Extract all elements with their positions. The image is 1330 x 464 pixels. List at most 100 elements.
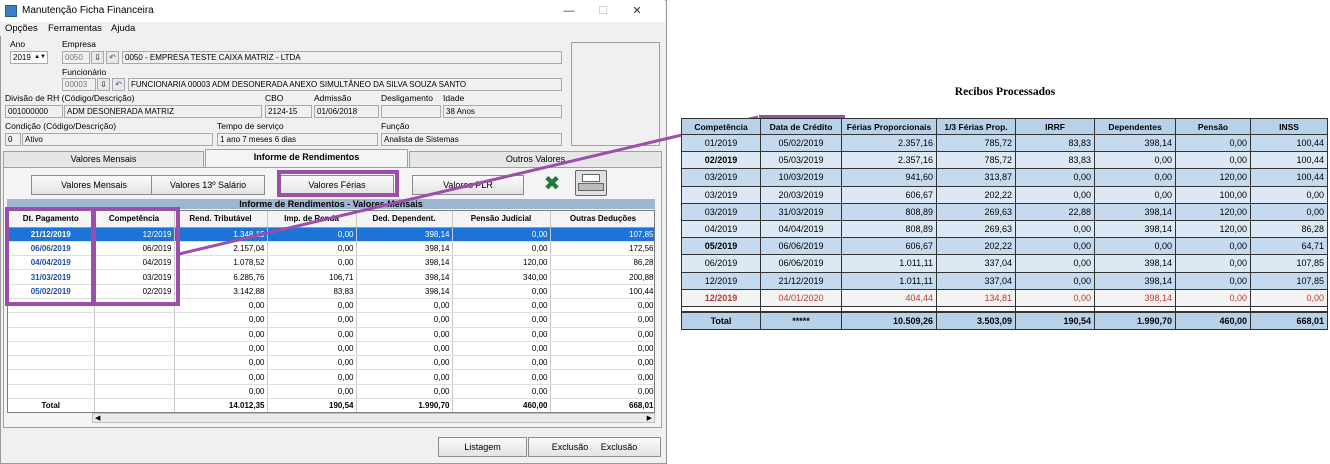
recibos-cell: 0,00 <box>1015 288 1095 307</box>
recibos-cell: 1.011,11 <box>841 271 937 290</box>
recibos-cell: 337,04 <box>936 254 1016 273</box>
recibos-cell: 0,00 <box>1015 168 1095 187</box>
recibos-col-header: Férias Proporcionais <box>841 118 937 135</box>
recibos-cell: 404,44 <box>841 288 937 307</box>
recibos-cell: 0,00 <box>1094 168 1176 187</box>
recibos-cell: 785,72 <box>936 151 1016 170</box>
recibos-cell: 0,00 <box>1175 237 1251 256</box>
recibos-cell: 785,72 <box>936 133 1016 153</box>
recibos-cell: 0,00 <box>1250 202 1328 221</box>
recibos-col-header: Competência <box>681 118 761 135</box>
recibos-cell: 269,63 <box>936 202 1016 221</box>
recibos-cell: 107,85 <box>1250 271 1328 290</box>
recibos-col-header: Data de Crédito <box>760 118 842 135</box>
recibos-cell: 31/03/2019 <box>760 202 842 221</box>
recibos-cell: 0,00 <box>1094 185 1176 204</box>
recibos-cell: 606,67 <box>841 185 937 204</box>
recibos-cell: 100,44 <box>1250 151 1328 170</box>
recibos-cell: 0,00 <box>1250 185 1328 204</box>
recibos-cell: 269,63 <box>936 219 1016 239</box>
recibos-row: 03/2019 31/03/2019 808,89 269,63 22,88 398,14… <box>681 202 1328 221</box>
recibos-cell: 03/2019 <box>681 185 761 204</box>
recibos-col-header: 1/3 Férias Prop. <box>936 118 1016 135</box>
recibos-cell: 120,00 <box>1175 168 1251 187</box>
recibos-cell: 22,88 <box>1015 202 1095 221</box>
recibos-cell: 398,14 <box>1094 133 1176 153</box>
recibos-total-cell: Total <box>681 311 761 331</box>
recibos-cell: 0,00 <box>1015 219 1095 239</box>
recibos-table: Competência Data de Crédito Férias Proporc… <box>681 118 1328 331</box>
recibos-cell: 134,81 <box>936 288 1016 307</box>
recibos-cell: 0,00 <box>1015 237 1095 256</box>
recibos-cell: 0,00 <box>1175 151 1251 170</box>
recibos-row: 02/2019 05/03/2019 2.357,16 785,72 83,83 0,00… <box>681 151 1328 170</box>
recibos-cell: 0,00 <box>1250 288 1328 307</box>
recibos-cell: 1.011,11 <box>841 254 937 273</box>
recibos-cell: 0,00 <box>1175 288 1251 307</box>
recibos-cell: 0,00 <box>1175 271 1251 290</box>
recibos-total-cell: 3.503,09 <box>936 311 1016 331</box>
recibos-cell: 21/12/2019 <box>760 271 842 290</box>
recibos-cell: 808,89 <box>841 202 937 221</box>
recibos-total-cell: 668,01 <box>1250 311 1328 331</box>
recibos-cell: 398,14 <box>1094 219 1176 239</box>
recibos-cell: 01/2019 <box>681 133 761 153</box>
recibos-cell: 120,00 <box>1175 202 1251 221</box>
recibos-cell: 03/2019 <box>681 168 761 187</box>
recibos-cell: 0,00 <box>1175 254 1251 273</box>
recibos-cell: 05/2019 <box>681 237 761 256</box>
recibos-cell: 10/03/2019 <box>760 168 842 187</box>
recibos-row: 03/2019 20/03/2019 606,67 202,22 0,00 0,00 100… <box>681 185 1328 204</box>
recibos-title: Recibos Processados <box>954 86 1056 98</box>
recibos-cell: 04/04/2019 <box>760 219 842 239</box>
recibos-cell: 86,28 <box>1250 219 1328 239</box>
recibos-cell: 398,14 <box>1094 202 1176 221</box>
recibos-row: 01/2019 05/02/2019 2.357,16 785,72 83,83 398,… <box>681 133 1328 153</box>
recibos-cell: 398,14 <box>1094 271 1176 290</box>
recibos-total-cell: 190,54 <box>1015 311 1095 331</box>
recibos-row: 06/2019 06/06/2019 1.011,11 337,04 0,00 398,1… <box>681 254 1328 273</box>
recibos-cell: 0,00 <box>1015 185 1095 204</box>
recibos-cell: 12/2019 <box>681 288 761 307</box>
recibos-row: 05/2019 06/06/2019 606,67 202,22 0,00 0,00 0,0… <box>681 237 1328 256</box>
recibos-cell: 606,67 <box>841 237 937 256</box>
recibos-cell: 107,85 <box>1250 254 1328 273</box>
recibos-cell: 100,44 <box>1250 168 1328 187</box>
recibos-cell: 20/03/2019 <box>760 185 842 204</box>
recibos-cell: 100,44 <box>1250 133 1328 153</box>
recibos-cell: 202,22 <box>936 237 1016 256</box>
recibos-total-row: Total ***** 10.509,26 3.503,09 190,54 1.990,7… <box>681 311 1328 331</box>
recibos-cell: 337,04 <box>936 271 1016 290</box>
recibos-cell: 04/2019 <box>681 219 761 239</box>
recibos-cell: 313,87 <box>936 168 1016 187</box>
recibos-cell: 398,14 <box>1094 288 1176 307</box>
recibos-cell: 83,83 <box>1015 151 1095 170</box>
recibos-col-header: IRRF <box>1015 118 1095 135</box>
recibos-col-header: INSS <box>1250 118 1328 135</box>
recibos-row: 03/2019 10/03/2019 941,60 313,87 0,00 0,00 120… <box>681 168 1328 187</box>
recibos-cell: 941,60 <box>841 168 937 187</box>
recibos-cell: 06/2019 <box>681 254 761 273</box>
recibos-cell: 06/06/2019 <box>760 237 842 256</box>
recibos-cell: 2.357,16 <box>841 151 937 170</box>
recibos-cell: 64,71 <box>1250 237 1328 256</box>
recibos-cell: 04/01/2020 <box>760 288 842 307</box>
recibos-cell: 0,00 <box>1015 271 1095 290</box>
recibos-cell: 808,89 <box>841 219 937 239</box>
recibos-cell: 12/2019 <box>681 271 761 290</box>
recibos-row: 12/2019 04/01/2020 404,44 134,81 0,00 398,14 0… <box>681 288 1328 307</box>
recibos-cell: 2.357,16 <box>841 133 937 153</box>
recibos-row: 04/2019 04/04/2019 808,89 269,63 0,00 398,14 1… <box>681 219 1328 239</box>
recibos-row: 12/2019 21/12/2019 1.011,11 337,04 0,00 398,1… <box>681 271 1328 290</box>
recibos-cell: 02/2019 <box>681 151 761 170</box>
recibos-cell: 06/06/2019 <box>760 254 842 273</box>
recibos-total-cell: 1.990,70 <box>1094 311 1176 331</box>
recibos-total-cell: 10.509,26 <box>841 311 937 331</box>
recibos-cell: 202,22 <box>936 185 1016 204</box>
recibos-total-cell: ***** <box>760 311 842 331</box>
recibos-cell: 03/2019 <box>681 202 761 221</box>
recibos-cell: 100,00 <box>1175 185 1251 204</box>
recibos-cell: 05/03/2019 <box>760 151 842 170</box>
recibos-cell: 398,14 <box>1094 254 1176 273</box>
recibos-cell: 05/02/2019 <box>760 133 842 153</box>
